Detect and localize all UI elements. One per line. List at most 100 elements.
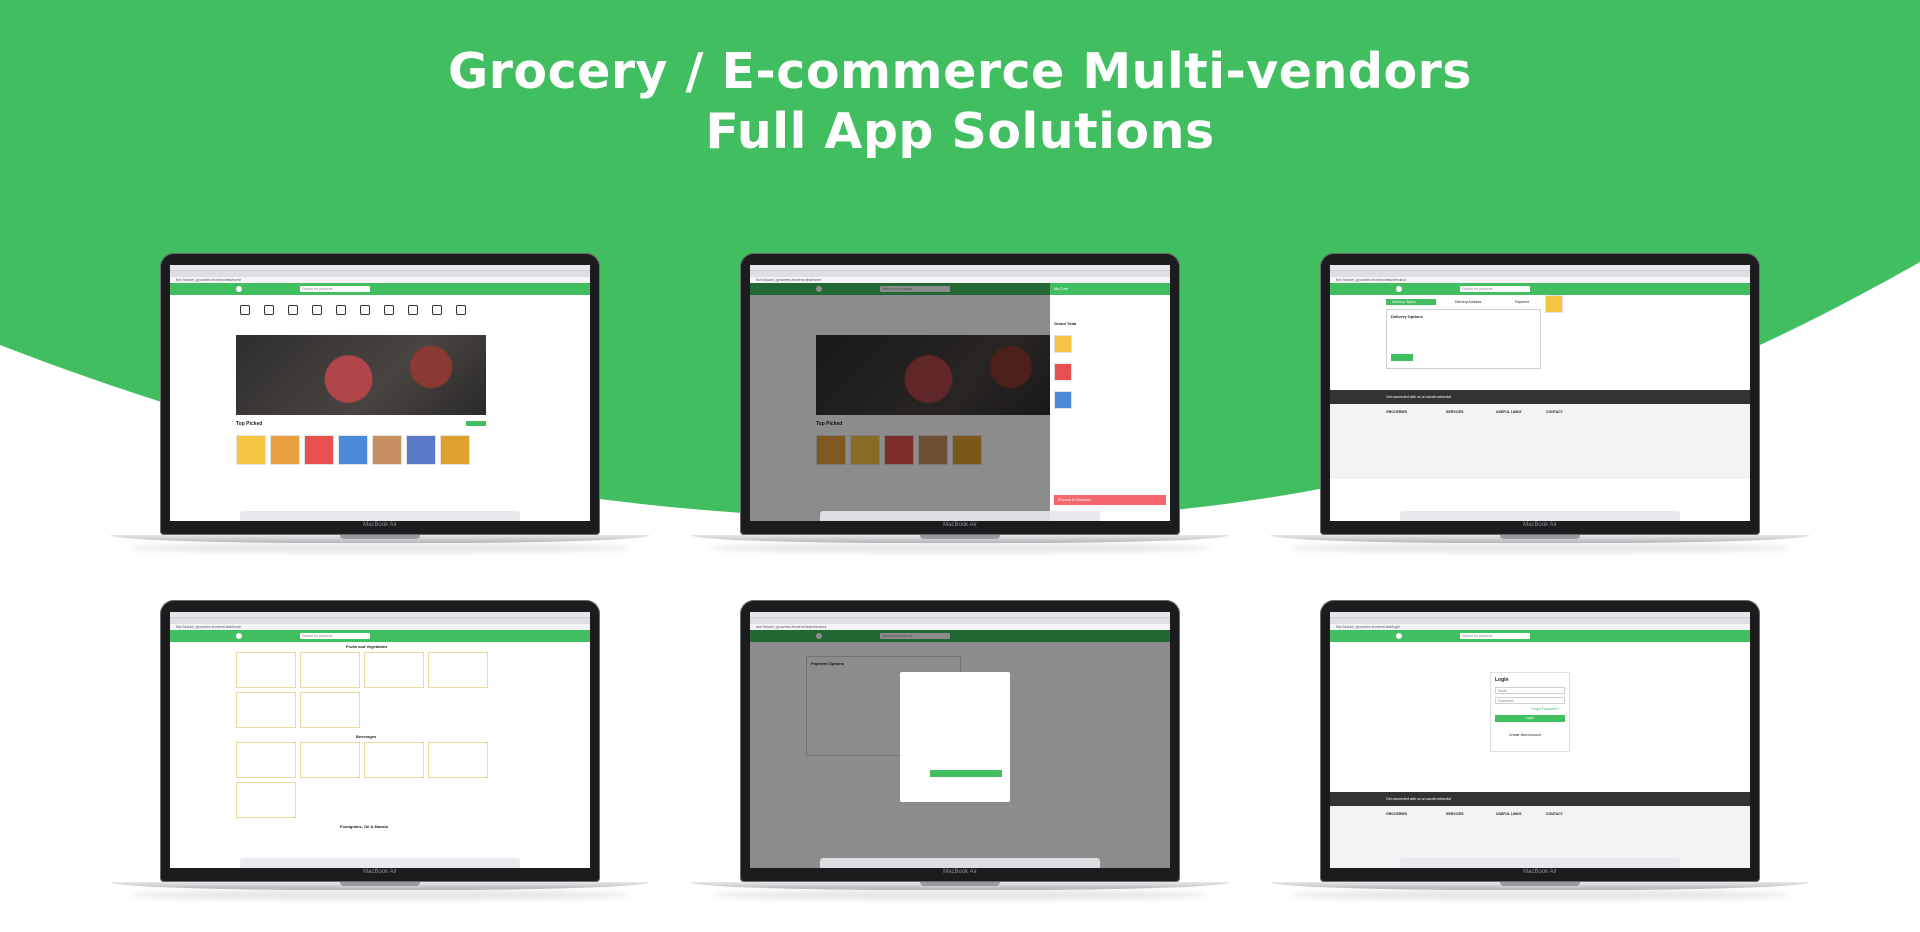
category-icon[interactable] (288, 305, 298, 315)
logo-icon[interactable] (1396, 633, 1402, 639)
cart-item-image (1054, 363, 1072, 381)
category-icon[interactable] (384, 305, 394, 315)
product-card[interactable] (440, 435, 470, 465)
laptop-shadow (1290, 543, 1790, 553)
tab-payment[interactable]: Payment (1515, 300, 1529, 304)
site-header: Search for products (170, 630, 590, 642)
email-field[interactable]: Email (1495, 687, 1565, 694)
url-text: Not Secure | groceries-frontend.test/hom… (176, 625, 242, 629)
laptop-notch (1500, 882, 1580, 886)
category-tile[interactable] (300, 742, 360, 778)
category-icon[interactable] (264, 305, 274, 315)
tab-delivery-option[interactable]: Delivery Option (1386, 299, 1436, 305)
pay-button[interactable] (930, 770, 1002, 777)
screen-checkout: Not Secure | groceries-frontend.test/che… (1330, 265, 1750, 521)
login-button[interactable]: Login (1495, 715, 1565, 722)
screen-login: Not Secure | groceries-frontend.test/log… (1330, 612, 1750, 868)
search-input[interactable]: Search for products (300, 633, 370, 639)
category-icon[interactable] (312, 305, 322, 315)
footer-col-title: SERVICES (1446, 812, 1464, 816)
laptop-notch (340, 535, 420, 539)
cart-item-image (1054, 391, 1072, 409)
category-icon[interactable] (240, 305, 250, 315)
url-text: Not Secure | groceries-frontend.test/che… (1336, 278, 1407, 282)
search-placeholder: Search for products (302, 287, 333, 291)
tab-delivery-address[interactable]: Delivery Address (1455, 300, 1481, 304)
page-content: Login Email Password Forgot Password? Lo… (1330, 642, 1750, 868)
category-icon[interactable] (360, 305, 370, 315)
laptop-brand: MacBook Air (363, 522, 397, 528)
logo-icon[interactable] (236, 633, 242, 639)
url-text: Not Secure | groceries-frontend.test/hom… (756, 278, 822, 282)
footer-col-title: USEFUL LINKS (1496, 812, 1522, 816)
search-placeholder: Search for products (302, 634, 333, 638)
url-text: Not Secure | groceries-frontend.test/che… (756, 625, 827, 629)
category-tile[interactable] (364, 742, 424, 778)
site-footer: GROCERIES SERVICES USEFUL LINKS CONTACT (1330, 404, 1750, 479)
grand-total-label: Grand Total (1054, 321, 1077, 326)
laptop-notch (920, 535, 1000, 539)
category-tile[interactable] (300, 652, 360, 688)
password-field[interactable]: Password (1495, 697, 1565, 704)
laptop-shadow (1290, 890, 1790, 900)
banner-title-line2: Full App Solutions (705, 103, 1215, 160)
category-tile[interactable] (428, 652, 488, 688)
login-title: Login (1495, 677, 1509, 683)
site-header: Search for products (1330, 630, 1750, 642)
category-tile[interactable] (364, 652, 424, 688)
product-card[interactable] (372, 435, 402, 465)
laptop-lid: Not Secure | groceries-frontend.test/hom… (740, 253, 1180, 535)
laptop-shadow (130, 543, 630, 553)
category-tile[interactable] (236, 742, 296, 778)
tab-label: Delivery Option (1392, 300, 1416, 304)
product-card[interactable] (236, 435, 266, 465)
category-icon[interactable] (408, 305, 418, 315)
category-icon[interactable] (432, 305, 442, 315)
category-tile[interactable] (236, 782, 296, 818)
laptop-brand: MacBook Air (943, 869, 977, 875)
email-placeholder: Email (1498, 689, 1507, 693)
section-title: Top Picked (236, 421, 263, 427)
category-icon[interactable] (336, 305, 346, 315)
category-tile[interactable] (236, 652, 296, 688)
product-card[interactable] (406, 435, 436, 465)
logo-icon[interactable] (1396, 286, 1402, 292)
order-item-image (1545, 295, 1563, 313)
category-tile[interactable] (300, 692, 360, 728)
create-account-link[interactable]: Create New Account (1509, 733, 1541, 737)
laptop-shadow (710, 543, 1210, 553)
category-icon[interactable] (456, 305, 466, 315)
macos-dock (820, 511, 1100, 521)
cart-title: My Cart (1054, 286, 1068, 291)
laptop-home: Not Secure | groceries-frontend.test/hom… (110, 253, 650, 558)
footer-social-bar: Get connected with us on social networks… (1330, 390, 1750, 404)
site-header: Search for products (170, 283, 590, 295)
next-button[interactable] (1391, 354, 1413, 361)
search-input[interactable]: Search for products (1460, 633, 1530, 639)
forgot-password-link[interactable]: Forgot Password? (1531, 707, 1559, 711)
laptop-login: Not Secure | groceries-frontend.test/log… (1270, 600, 1810, 905)
search-input[interactable]: Search for products (1460, 286, 1530, 292)
payment-modal (900, 672, 1010, 802)
laptop-categories: Not Secure | groceries-frontend.test/hom… (110, 600, 650, 905)
checkout-button[interactable]: Proceed to Checkout (1054, 495, 1166, 505)
product-card[interactable] (270, 435, 300, 465)
laptop-lid: Not Secure | groceries-frontend.test/hom… (160, 253, 600, 535)
site-header: Search for products (1330, 283, 1750, 295)
product-card[interactable] (304, 435, 334, 465)
page-content: Delivery Option Delivery Address Payment… (1330, 295, 1750, 521)
section-title: Foodgrains, Oil & Masala (340, 824, 388, 829)
footer-col-title: GROCERIES (1386, 812, 1408, 816)
logo-icon[interactable] (236, 286, 242, 292)
laptop-notch (920, 882, 1000, 886)
product-card[interactable] (338, 435, 368, 465)
search-placeholder: Search for products (1462, 634, 1493, 638)
laptop-lid: Not Secure | groceries-frontend.test/log… (1320, 600, 1760, 882)
footer-social-text: Get connected with us on social networks… (1386, 395, 1452, 399)
search-input[interactable]: Search for products (300, 286, 370, 292)
macos-dock (1400, 858, 1680, 868)
section-title: Beverages (356, 734, 377, 739)
category-tile[interactable] (428, 742, 488, 778)
view-all-button[interactable] (466, 421, 486, 426)
category-tile[interactable] (236, 692, 296, 728)
